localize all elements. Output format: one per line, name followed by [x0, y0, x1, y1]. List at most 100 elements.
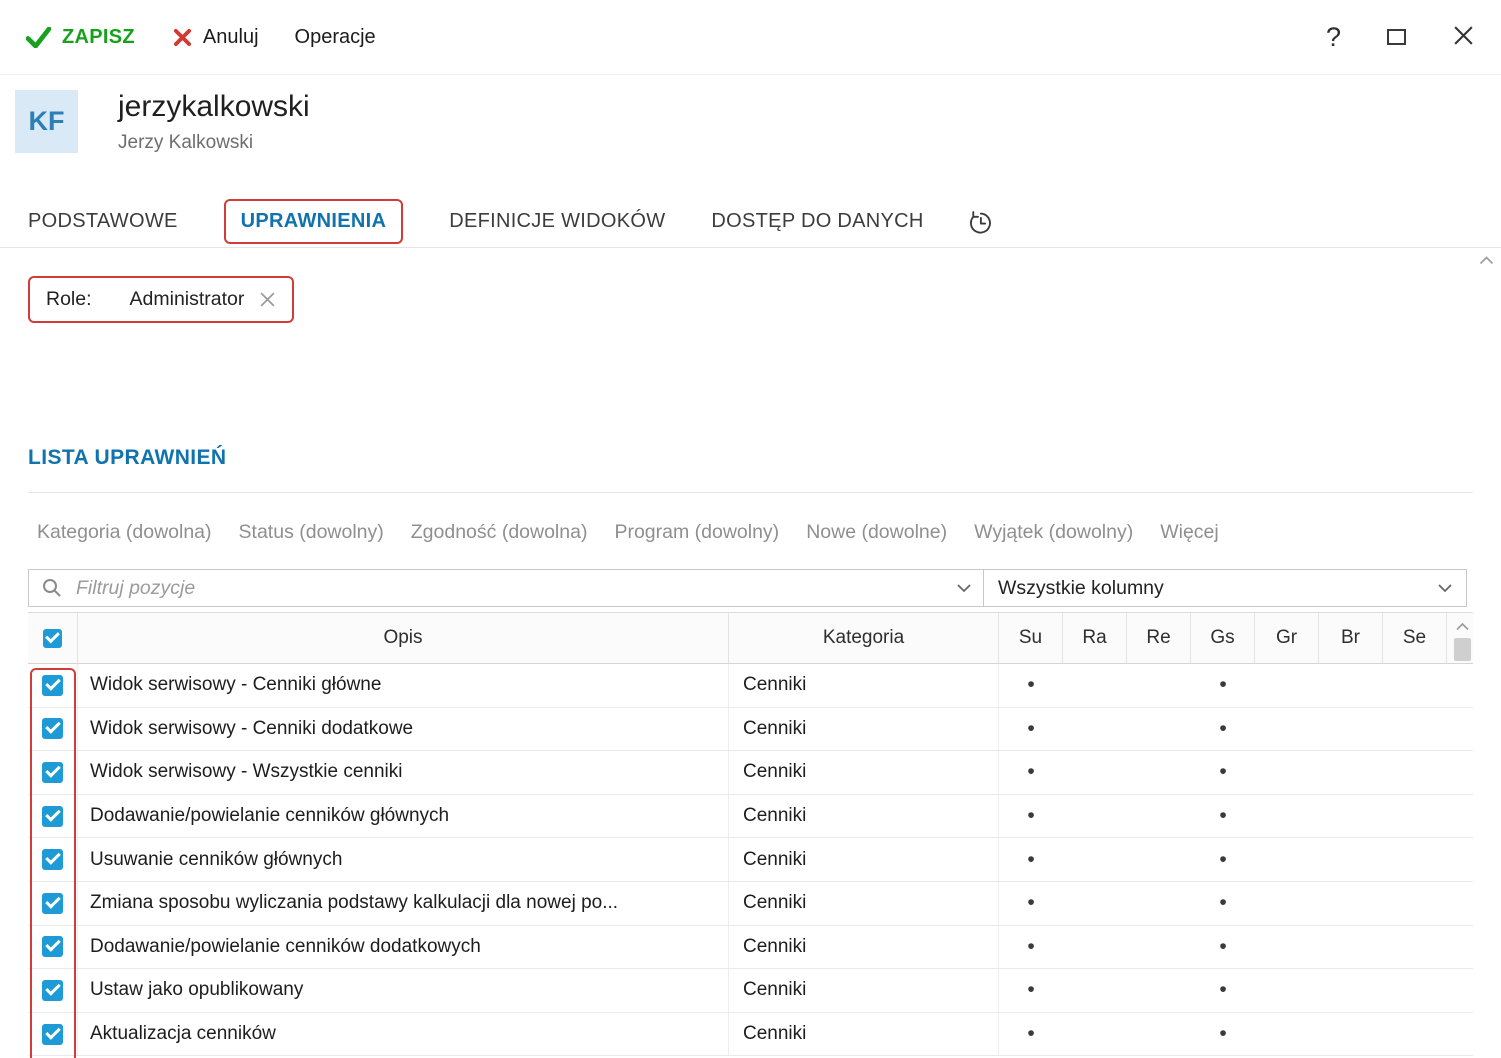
column-header-gs[interactable]: Gs [1191, 613, 1255, 663]
cancel-button[interactable]: Anuluj [173, 26, 259, 49]
filter-kategoria-dowolna[interactable]: Kategoria (dowolna) [37, 521, 212, 544]
row-checkbox[interactable] [42, 674, 63, 696]
scrollbar-thumb[interactable] [1453, 638, 1471, 661]
row-opis: Dodawanie/powielanie cenników głównych [78, 794, 729, 838]
row-mark-gr [1255, 969, 1319, 1012]
row-mark-ra [1063, 882, 1127, 925]
user-header-text: jerzykalkowski Jerzy Kalkowski [118, 90, 310, 154]
row-mark-re [1127, 751, 1191, 794]
scrollbar-up-arrow[interactable] [1455, 623, 1469, 631]
search-input[interactable] [74, 575, 947, 601]
filter-zgodno-dowolna[interactable]: Zgodność (dowolna) [411, 521, 588, 544]
row-kategoria: Cenniki [729, 1012, 999, 1056]
save-button[interactable]: ZAPISZ [26, 26, 135, 49]
table-row[interactable]: Ustaw jako opublikowany Cenniki • • [28, 969, 1473, 1013]
row-checkbox[interactable] [42, 936, 63, 958]
select-all-checkbox[interactable] [43, 628, 62, 648]
user-permissions-window: ZAPISZ Anuluj Operacje ? KF jerzykalkows… [0, 0, 1501, 1058]
row-mark-gr [1255, 926, 1319, 969]
row-mark-se [1383, 838, 1447, 881]
table-row[interactable]: Widok serwisowy - Cenniki główne Cenniki •… [28, 664, 1473, 708]
column-header-ra[interactable]: Ra [1063, 613, 1127, 663]
section-title: LISTA UPRAWNIEŃ [28, 446, 227, 469]
history-icon[interactable] [966, 209, 994, 235]
row-opis: Widok serwisowy - Cenniki główne [78, 664, 729, 707]
column-header-gr[interactable]: Gr [1255, 613, 1319, 663]
operations-button[interactable]: Operacje [295, 26, 376, 49]
column-header-su[interactable]: Su [999, 613, 1063, 663]
table-row[interactable]: Usuwanie cenników głównych Cenniki • • [28, 838, 1473, 882]
row-mark-br [1319, 969, 1383, 1012]
row-checkbox-cell [28, 838, 78, 881]
row-mark-gs: • [1219, 760, 1227, 784]
filter-wi-cej[interactable]: Więcej [1160, 521, 1219, 544]
page-title: jerzykalkowski [118, 90, 310, 123]
row-opis: Widok serwisowy - Wszystkie cenniki [78, 751, 729, 794]
row-checkbox[interactable] [42, 849, 63, 871]
row-checkbox-cell [28, 881, 78, 925]
row-checkbox[interactable] [42, 979, 63, 1001]
row-opis: Usuwanie cenników głównych [78, 838, 729, 881]
row-mark-gs: • [1219, 847, 1227, 871]
row-mark-su: • [1027, 673, 1035, 697]
table-row[interactable]: Dodawanie/powielanie cenników głównych Ce… [28, 794, 1473, 839]
row-mark-br [1319, 708, 1383, 751]
row-checkbox[interactable] [42, 1023, 63, 1045]
row-checkbox-cell [28, 751, 78, 794]
row-mark-se [1383, 708, 1447, 751]
table-row[interactable]: Dodawanie/powielanie cenników dodatkowyc… [28, 925, 1473, 970]
filter-program-dowolny[interactable]: Program (dowolny) [614, 521, 779, 544]
column-header-br[interactable]: Br [1319, 613, 1383, 663]
column-header-opis[interactable]: Opis [78, 613, 729, 663]
column-header-re[interactable]: Re [1127, 613, 1191, 663]
row-opis: Widok serwisowy - Cenniki dodatkowe [78, 707, 729, 751]
tab-definicje-widok-w[interactable]: DEFINICJE WIDOKÓW [449, 210, 665, 233]
close-button[interactable] [1452, 24, 1475, 50]
row-kategoria: Cenniki [729, 664, 999, 707]
row-scrollbar-spacer [1447, 1013, 1473, 1056]
table-scrollbar[interactable] [1452, 623, 1472, 661]
filter-status-dowolny[interactable]: Status (dowolny) [239, 521, 384, 544]
tab-dost-p-do-danych[interactable]: DOSTĘP DO DANYCH [711, 210, 923, 233]
table-header: Opis Kategoria Su Ra Re Gs Gr Br Se [28, 612, 1473, 664]
row-mark-br [1319, 751, 1383, 794]
remove-role-icon[interactable] [259, 291, 276, 308]
filter-nowe-dowolne[interactable]: Nowe (dowolne) [806, 521, 947, 544]
user-header: KF jerzykalkowski Jerzy Kalkowski [15, 90, 310, 154]
row-opis: Aktualizacja cenników [78, 1012, 729, 1056]
search-icon [41, 577, 63, 599]
save-button-label: ZAPISZ [62, 25, 135, 48]
row-kategoria: Cenniki [729, 707, 999, 751]
filter-wyj-tek-dowolny[interactable]: Wyjątek (dowolny) [974, 521, 1133, 544]
columns-select[interactable]: Wszystkie kolumny [984, 569, 1467, 607]
row-mark-su: • [1027, 716, 1035, 740]
tab-uprawnienia[interactable]: UPRAWNIENIA [223, 199, 404, 244]
row-checkbox[interactable] [42, 805, 63, 827]
maximize-button[interactable] [1387, 29, 1406, 45]
row-mark-gr [1255, 664, 1319, 707]
table-row[interactable]: Widok serwisowy - Wszystkie cenniki Cenni… [28, 751, 1473, 795]
row-mark-br [1319, 795, 1383, 838]
row-mark-re [1127, 838, 1191, 881]
tab-list: PODSTAWOWE UPRAWNIENIA DEFINICJE WIDOKÓW DO… [28, 199, 924, 244]
search-box[interactable] [28, 569, 984, 607]
row-checkbox[interactable] [42, 892, 63, 914]
scroll-up-chevron[interactable] [1479, 256, 1494, 265]
row-scrollbar-spacer [1447, 926, 1473, 969]
table-row[interactable]: Aktualizacja cenników Cenniki • • [28, 1012, 1473, 1057]
role-label: Role: [46, 288, 92, 310]
table-row[interactable]: Zmiana sposobu wyliczania podstawy kalku… [28, 881, 1473, 926]
help-button[interactable]: ? [1326, 22, 1341, 53]
column-header-kategoria[interactable]: Kategoria [729, 613, 999, 663]
column-header-se[interactable]: Se [1383, 613, 1447, 663]
row-mark-gs: • [1219, 1022, 1227, 1046]
row-checkbox[interactable] [42, 761, 63, 783]
tab-podstawowe[interactable]: PODSTAWOWE [28, 210, 178, 233]
row-checkbox[interactable] [42, 718, 63, 740]
row-checkbox-cell [28, 707, 78, 751]
row-kategoria: Cenniki [729, 925, 999, 969]
table-row[interactable]: Widok serwisowy - Cenniki dodatkowe Cenni… [28, 707, 1473, 752]
row-mark-ra [1063, 795, 1127, 838]
role-filter[interactable]: Role: Administrator [28, 276, 295, 323]
row-opis: Dodawanie/powielanie cenników dodatkowyc… [78, 925, 729, 969]
